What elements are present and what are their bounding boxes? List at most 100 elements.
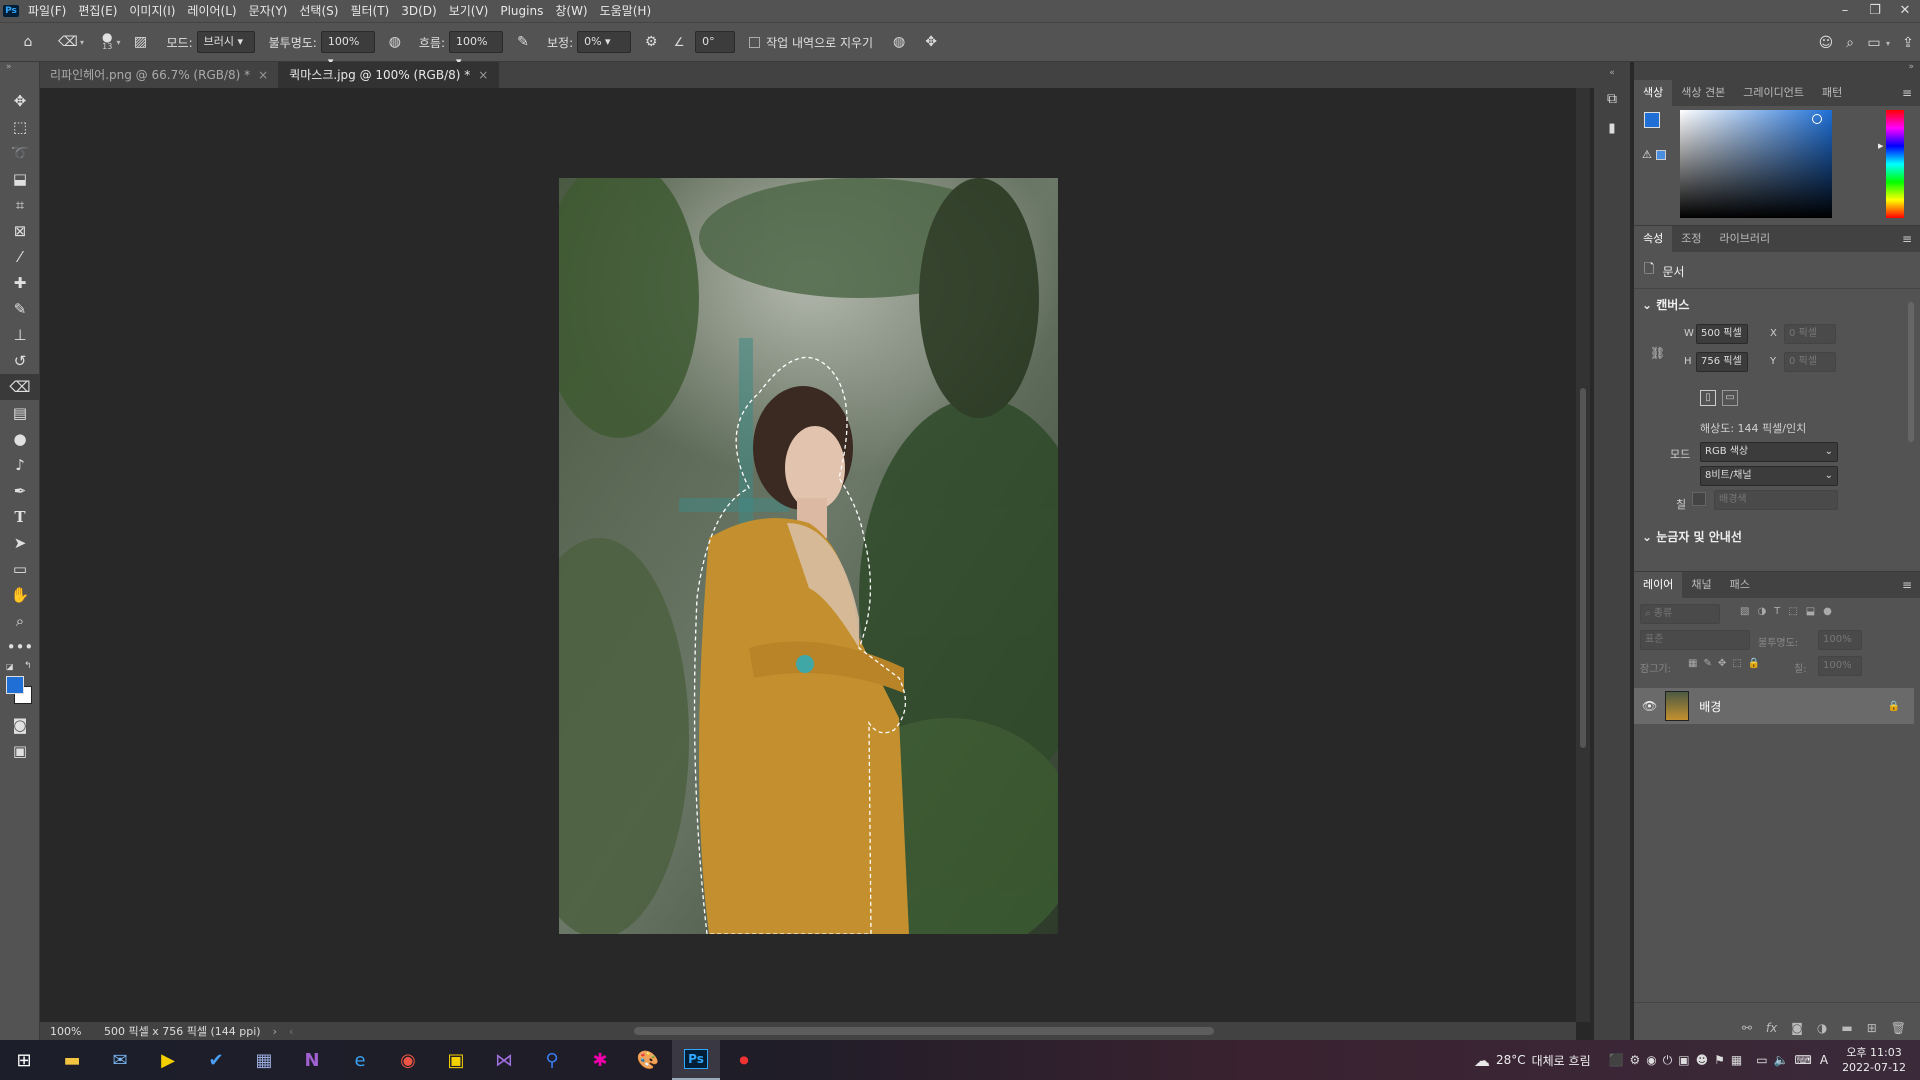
dodge-tool-icon[interactable]: ♪ [0, 452, 40, 478]
blur-tool-icon[interactable]: ● [0, 426, 40, 452]
network-icon[interactable]: ▭ [1756, 1053, 1767, 1067]
height-field[interactable]: 756 픽셀 [1696, 352, 1748, 372]
frame-tool-icon[interactable]: ⊠ [0, 218, 40, 244]
panel-menu-icon[interactable]: ≡ [1902, 232, 1912, 246]
link-dimensions-icon[interactable]: ⛓ [1650, 346, 1665, 360]
pressure-size-icon[interactable]: ◍ [887, 30, 911, 54]
brush-size-picker[interactable]: ● 13 [102, 31, 112, 52]
lasso-tool-icon[interactable]: ➰ [0, 140, 40, 166]
crop-tool-icon[interactable]: ⌗ [0, 192, 40, 218]
new-layer-icon[interactable]: ⊞ [1867, 1021, 1877, 1035]
layer-filter-select[interactable]: ⌕ 종류 [1640, 604, 1720, 624]
object-select-tool-icon[interactable]: ⬓ [0, 166, 40, 192]
menu-window[interactable]: 창(W) [549, 0, 593, 22]
tab-color[interactable]: 색상 [1634, 80, 1673, 106]
hand-tool-icon[interactable]: ✋ [0, 582, 40, 608]
menu-3d[interactable]: 3D(D) [395, 0, 442, 22]
color-field[interactable] [1680, 110, 1832, 218]
tab-paths[interactable]: 패스 [1721, 572, 1759, 598]
eraser-tool-preset-icon[interactable]: ⌫ [56, 30, 80, 54]
edge-browser-icon[interactable]: e [336, 1040, 384, 1080]
x-field[interactable]: 0 픽셀 [1784, 324, 1836, 344]
new-group-icon[interactable]: ▬ [1841, 1021, 1852, 1035]
history-brush-tool-icon[interactable]: ↺ [0, 348, 40, 374]
blend-mode-select[interactable]: 표준 [1640, 630, 1750, 650]
chrome-browser-icon[interactable]: ◉ [384, 1040, 432, 1080]
quick-mask-icon[interactable]: ◙ [0, 712, 40, 738]
canvas-section-header[interactable]: ⌄ 캔버스 [1642, 296, 1689, 313]
document-image[interactable] [559, 178, 1058, 934]
layer-style-fx-icon[interactable]: fx [1766, 1021, 1777, 1035]
weather-description[interactable]: 대체로 흐림 [1532, 1052, 1591, 1069]
close-tab-icon[interactable]: × [478, 68, 488, 82]
erase-history-checkbox[interactable] [749, 36, 761, 48]
visibility-eye-icon[interactable]: 👁 [1642, 699, 1657, 713]
menu-image[interactable]: 이미지(I) [123, 0, 181, 22]
rulers-section-header[interactable]: ⌄ 눈금자 및 안내선 [1642, 528, 1742, 545]
menu-help[interactable]: 도움말(H) [594, 0, 658, 22]
opacity-field[interactable]: 100% ▾ [320, 31, 375, 68]
width-field[interactable]: 500 픽셀 [1696, 324, 1748, 344]
tab-patterns[interactable]: 패턴 [1813, 80, 1851, 106]
properties-scrollbar[interactable] [1908, 302, 1914, 442]
vertical-scrollbar[interactable] [1576, 88, 1590, 1022]
scroll-left-icon[interactable]: ‹ [289, 1025, 293, 1038]
marquee-tool-icon[interactable]: ⬚ [0, 114, 40, 140]
airbrush-icon[interactable]: ✎ [511, 30, 535, 54]
symmetry-butterfly-icon[interactable]: ✥ [919, 30, 943, 54]
restore-icon[interactable]: ❐ [1860, 0, 1890, 22]
horizontal-scroll-thumb[interactable] [634, 1027, 1214, 1035]
path-select-tool-icon[interactable]: ➤ [0, 530, 40, 556]
layer-row[interactable]: 👁 배경 🔒 [1634, 688, 1914, 724]
maps-pin-icon[interactable]: ⚲ [528, 1040, 576, 1080]
menu-layer[interactable]: 레이어(L) [181, 0, 242, 22]
share-icon[interactable]: ⇪ [1896, 31, 1920, 55]
zoom-level[interactable]: 100% [50, 1025, 96, 1038]
healing-brush-tool-icon[interactable]: ✚ [0, 270, 40, 296]
pen-tool-icon[interactable]: ✒ [0, 478, 40, 504]
comments-panel-icon[interactable]: ▮ [1594, 114, 1630, 144]
panel-foreground-swatch[interactable] [1644, 112, 1660, 128]
weather-temperature[interactable]: 28°C [1496, 1053, 1526, 1067]
zoom-tool-icon[interactable]: ⌕ [0, 608, 40, 634]
tab-layers[interactable]: 레이어 [1634, 572, 1683, 598]
smoothing-settings-gear-icon[interactable]: ⚙ [639, 30, 663, 54]
menu-type[interactable]: 문자(Y) [243, 0, 294, 22]
menu-filter[interactable]: 필터(T) [344, 0, 395, 22]
slack-icon[interactable]: ✱ [576, 1040, 624, 1080]
screen-mode-icon[interactable]: ▣ [0, 738, 40, 764]
history-panel-icon[interactable]: ⧉ [1594, 84, 1630, 114]
clock[interactable]: 오후 11:03 2022-07-12 [1842, 1045, 1906, 1075]
menu-select[interactable]: 선택(S) [293, 0, 344, 22]
close-icon[interactable]: ✕ [1890, 0, 1920, 22]
brush-settings-icon[interactable]: ▨ [129, 30, 153, 54]
layer-filter-icons[interactable]: ▧◑T⬚⬓● [1740, 606, 1840, 617]
adjustment-layer-icon[interactable]: ◑ [1817, 1021, 1827, 1035]
more-tools-icon[interactable]: ••• [0, 634, 40, 660]
tab-quick-mask[interactable]: 퀵마스크.jpg @ 100% (RGB/8) * × [279, 62, 500, 88]
tab-swatches[interactable]: 색상 견본 [1672, 80, 1734, 106]
swap-colors-icon[interactable]: ↰ [24, 661, 32, 671]
bit-depth-select[interactable]: 8비트/채널 ⌄ [1700, 466, 1838, 486]
todo-app-icon[interactable]: ✔ [192, 1040, 240, 1080]
tab-gradients[interactable]: 그레이디언트 [1734, 80, 1813, 106]
tab-refine-hair[interactable]: 리파인헤어.png @ 66.7% (RGB/8) * × [40, 62, 280, 88]
add-mask-icon[interactable]: ◙ [1791, 1021, 1803, 1035]
status-menu-icon[interactable]: › [273, 1025, 277, 1038]
collapse-toolbar-icon[interactable]: » [0, 62, 39, 88]
default-colors-icon[interactable]: ◪ [6, 662, 14, 671]
lock-icons[interactable]: ▦✎✥⬚🔒 [1688, 658, 1766, 669]
workspace-icon[interactable]: ▭ [1862, 31, 1886, 55]
hue-slider-marker-icon[interactable]: ▶ [1878, 142, 1883, 150]
tab-adjustments[interactable]: 조정 [1672, 226, 1710, 252]
visual-studio-icon[interactable]: ⋈ [480, 1040, 528, 1080]
angle-field[interactable]: 0° [695, 31, 736, 53]
gradient-tool-icon[interactable]: ▤ [0, 400, 40, 426]
pressure-opacity-icon[interactable]: ◍ [383, 30, 407, 54]
minimize-icon[interactable]: – [1830, 0, 1860, 22]
tab-channels[interactable]: 채널 [1682, 572, 1720, 598]
search-icon[interactable]: ⌕ [1838, 31, 1862, 55]
collapse-dock-icon[interactable]: « [1594, 62, 1630, 84]
calculator-icon[interactable]: ▦ [240, 1040, 288, 1080]
close-tab-icon[interactable]: × [258, 68, 268, 82]
